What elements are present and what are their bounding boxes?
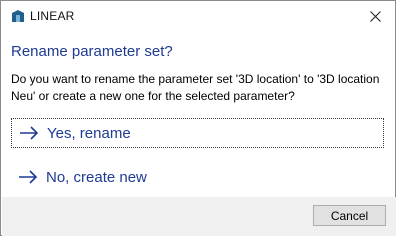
yes-rename-label: Yes, rename [47,124,131,142]
linear-logo-icon [12,10,24,22]
yes-rename-button[interactable]: Yes, rename [11,118,384,148]
no-create-new-button[interactable]: No, create new [11,162,384,192]
close-icon [369,10,381,22]
close-button[interactable] [361,4,389,28]
title-bar[interactable]: LINEAR [1,1,395,31]
no-create-new-label: No, create new [46,168,147,186]
dialog-heading: Rename parameter set? [11,43,173,60]
dialog-footer: Cancel [2,197,396,236]
dialog-message: Do you want to rename the parameter set … [11,72,380,103]
cancel-button[interactable]: Cancel [313,205,386,226]
app-title: LINEAR [30,9,75,23]
arrow-right-icon [19,170,38,184]
arrow-right-icon [20,126,39,140]
dialog-window: LINEAR Rename parameter set? Do you want… [0,0,396,236]
